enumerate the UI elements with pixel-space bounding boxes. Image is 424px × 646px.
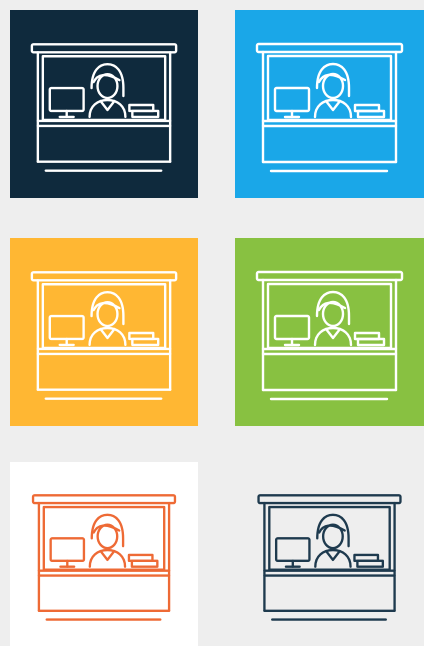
reception-booth-icon	[255, 270, 404, 401]
reception-booth-icon	[30, 43, 178, 172]
tile-dark-navy	[10, 10, 198, 198]
tile-orange	[10, 238, 198, 426]
reception-booth-icon	[30, 271, 178, 400]
tile-sky-blue	[235, 10, 424, 198]
tile-gray	[235, 462, 424, 646]
tile-white	[10, 462, 198, 646]
tile-green	[235, 238, 424, 426]
reception-booth-icon	[31, 494, 177, 621]
reception-booth-icon	[255, 42, 404, 173]
reception-booth-icon	[257, 494, 402, 621]
